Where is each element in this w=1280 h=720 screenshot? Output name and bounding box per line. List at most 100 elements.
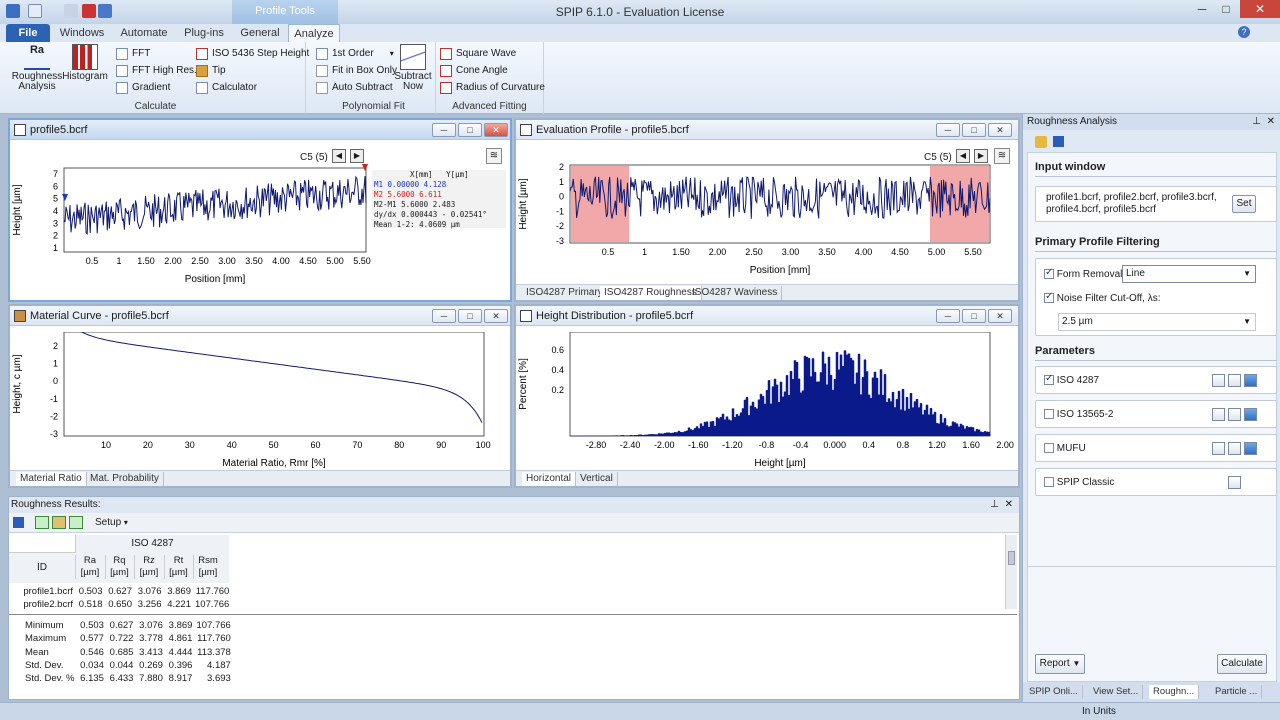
table-row[interactable]: Maximum 0.577 0.722 3.778 4.861 117.760: [9, 632, 233, 645]
parameter-set-mufu[interactable]: MUFU: [1035, 434, 1277, 462]
tab-automate[interactable]: Automate: [116, 24, 172, 42]
square-wave-button[interactable]: Square Wave: [440, 46, 516, 62]
tab-file[interactable]: File: [6, 24, 50, 42]
tab-spip-online[interactable]: SPIP Onli...: [1025, 685, 1083, 699]
material-close-button[interactable]: ✕: [484, 309, 508, 323]
material-restore-button[interactable]: □: [458, 309, 482, 323]
calculator-button[interactable]: Calculator: [196, 80, 257, 96]
histogram-button[interactable]: Histogram: [62, 44, 108, 82]
gradient-button[interactable]: Gradient: [116, 80, 170, 96]
panel-close-icon[interactable]: ✕: [1267, 114, 1275, 130]
tab-horizontal[interactable]: Horizontal: [522, 472, 577, 486]
tab-mat-probability[interactable]: Mat. Probability: [86, 472, 164, 486]
results-scrollbar[interactable]: [1005, 535, 1017, 609]
fft-button[interactable]: FFT: [116, 46, 150, 62]
waviness-toggle-button[interactable]: ≋: [486, 148, 502, 164]
tab-general[interactable]: General: [236, 24, 284, 42]
table-row[interactable]: profile1.bcrf 0.503 0.627 3.076 3.869 117.760: [9, 585, 231, 598]
summary-view-icon[interactable]: [69, 516, 83, 529]
tab-roughness[interactable]: Roughn...: [1149, 685, 1200, 699]
parameter-set-iso-13565-2[interactable]: ISO 13565-2: [1035, 400, 1277, 428]
next-profile-button[interactable]: ▶: [350, 149, 364, 163]
parameter-edit-icon[interactable]: [1228, 442, 1241, 455]
panel-pin-icon[interactable]: ⊥: [1252, 114, 1261, 130]
roughness-analysis-button[interactable]: Ra Roughness Analysis: [10, 44, 64, 92]
parameter-checkbox[interactable]: MUFU: [1044, 443, 1086, 454]
radius-of-curvature-button[interactable]: Radius of Curvature: [440, 80, 545, 96]
parameter-expand-icon[interactable]: [1244, 374, 1257, 387]
parameter-set-spip-classic[interactable]: SPIP Classic: [1035, 468, 1277, 496]
noise-filter-checkbox[interactable]: Noise Filter Cut-Off, λs:: [1044, 291, 1161, 304]
help-icon[interactable]: ?: [1238, 26, 1250, 38]
table-view-icon[interactable]: [35, 516, 49, 529]
parameter-set-iso-4287[interactable]: ISO 4287: [1035, 366, 1277, 394]
cone-angle-button[interactable]: Cone Angle: [440, 63, 508, 79]
parameter-expand-icon[interactable]: [1244, 442, 1257, 455]
tab-iso4287-roughness[interactable]: ISO4287 Roughness: [600, 286, 702, 300]
subtract-now-button[interactable]: Subtract Now: [394, 44, 432, 92]
tab-iso4287-primary[interactable]: ISO4287 Primary: [522, 286, 608, 300]
maximize-button[interactable]: □: [1212, 0, 1240, 18]
parameter-edit-icon[interactable]: [1228, 408, 1241, 421]
tip-button[interactable]: Tip: [196, 63, 226, 79]
tab-vertical[interactable]: Vertical: [576, 472, 618, 486]
parameter-checkbox[interactable]: ISO 13565-2: [1044, 409, 1114, 420]
evaluation-profile-pane[interactable]: Evaluation Profile - profile5.bcrf ─ □ ✕…: [514, 118, 1020, 302]
tab-windows[interactable]: Windows: [56, 24, 108, 42]
histogram-restore-button[interactable]: □: [962, 309, 986, 323]
save-icon[interactable]: [13, 517, 24, 528]
table-row[interactable]: Std. Dev. % 6.135 6.433 7.880 8.917 3.693: [9, 672, 233, 685]
auto-subtract-checkbox[interactable]: Auto Subtract: [316, 80, 393, 96]
parameter-table-icon[interactable]: [1212, 374, 1225, 387]
histogram-close-button[interactable]: ✕: [988, 309, 1012, 323]
profile-minimize-button[interactable]: ─: [432, 123, 456, 137]
height-distribution-pane[interactable]: Height Distribution - profile5.bcrf ─ □ …: [514, 304, 1020, 488]
panel-save-icon[interactable]: [1053, 136, 1064, 147]
table-row[interactable]: Std. Dev. 0.034 0.044 0.269 0.396 4.187: [9, 659, 233, 672]
fit-in-box-only-checkbox[interactable]: Fit in Box Only: [316, 63, 397, 79]
table-row[interactable]: Mean 0.546 0.685 3.413 4.444 113.378: [9, 646, 233, 659]
parameter-checkbox[interactable]: ISO 4287: [1044, 373, 1099, 386]
iso5436-step-height-button[interactable]: ISO 5436 Step Height: [196, 46, 309, 62]
open-folder-icon[interactable]: [1035, 136, 1047, 148]
material-curve-pane[interactable]: Material Curve - profile5.bcrf ─ □ ✕ Mat…: [8, 304, 512, 488]
parameter-table-icon[interactable]: [1212, 408, 1225, 421]
tab-view-settings[interactable]: View Set...: [1089, 685, 1144, 699]
evaluation-minimize-button[interactable]: ─: [936, 123, 960, 137]
profile-restore-button[interactable]: □: [458, 123, 482, 137]
tab-plug-ins[interactable]: Plug-ins: [180, 24, 228, 42]
form-removal-checkbox[interactable]: Form Removal:: [1044, 267, 1125, 280]
noise-filter-select[interactable]: 2.5 µm ▼: [1058, 313, 1256, 331]
stats-view-icon[interactable]: [52, 516, 66, 529]
prev-profile-button[interactable]: ◀: [332, 149, 346, 163]
close-button[interactable]: ✕: [1240, 0, 1280, 18]
parameter-table-icon[interactable]: [1212, 442, 1225, 455]
table-row[interactable]: profile2.bcrf 0.518 0.650 3.256 4.221 107.766: [9, 598, 231, 611]
parameter-edit-icon[interactable]: [1228, 476, 1241, 489]
material-minimize-button[interactable]: ─: [432, 309, 456, 323]
parameter-checkbox[interactable]: SPIP Classic: [1044, 477, 1114, 488]
histogram-minimize-button[interactable]: ─: [936, 309, 960, 323]
set-button[interactable]: Set: [1232, 195, 1256, 213]
order-dropdown[interactable]: 1st Order ▾: [316, 46, 394, 62]
evaluation-restore-button[interactable]: □: [962, 123, 986, 137]
setup-dropdown[interactable]: Setup ▾: [95, 517, 128, 528]
report-button[interactable]: Report ▼: [1035, 654, 1085, 674]
table-row[interactable]: Minimum 0.503 0.627 3.076 3.869 107.766: [9, 619, 233, 632]
profile-pane[interactable]: profile5.bcrf ─ □ ✕ C5 (5) ◀ ▶ ≋ Positio…: [8, 118, 512, 302]
form-removal-select[interactable]: Line ▼: [1122, 265, 1256, 283]
scrollbar-thumb[interactable]: [1008, 551, 1015, 565]
pin-icon[interactable]: ⊥: [990, 497, 999, 513]
tab-analyze[interactable]: Analyze: [288, 24, 340, 42]
parameter-edit-icon[interactable]: [1228, 374, 1241, 387]
tab-iso4287-waviness[interactable]: ISO4287 Waviness: [688, 286, 783, 300]
parameter-expand-icon[interactable]: [1244, 408, 1257, 421]
results-close-icon[interactable]: ✕: [1005, 497, 1013, 513]
tab-material-ratio[interactable]: Material Ratio: [16, 472, 87, 486]
tab-particle[interactable]: Particle ...: [1211, 685, 1263, 699]
profile-close-button[interactable]: ✕: [484, 123, 508, 137]
calculate-button[interactable]: Calculate: [1217, 654, 1267, 674]
fft-high-res-button[interactable]: FFT High Res.: [116, 63, 197, 79]
input-files-field[interactable]: profile1.bcrf, profile2.bcrf, profile3.b…: [1042, 190, 1222, 218]
evaluation-close-button[interactable]: ✕: [988, 123, 1012, 137]
